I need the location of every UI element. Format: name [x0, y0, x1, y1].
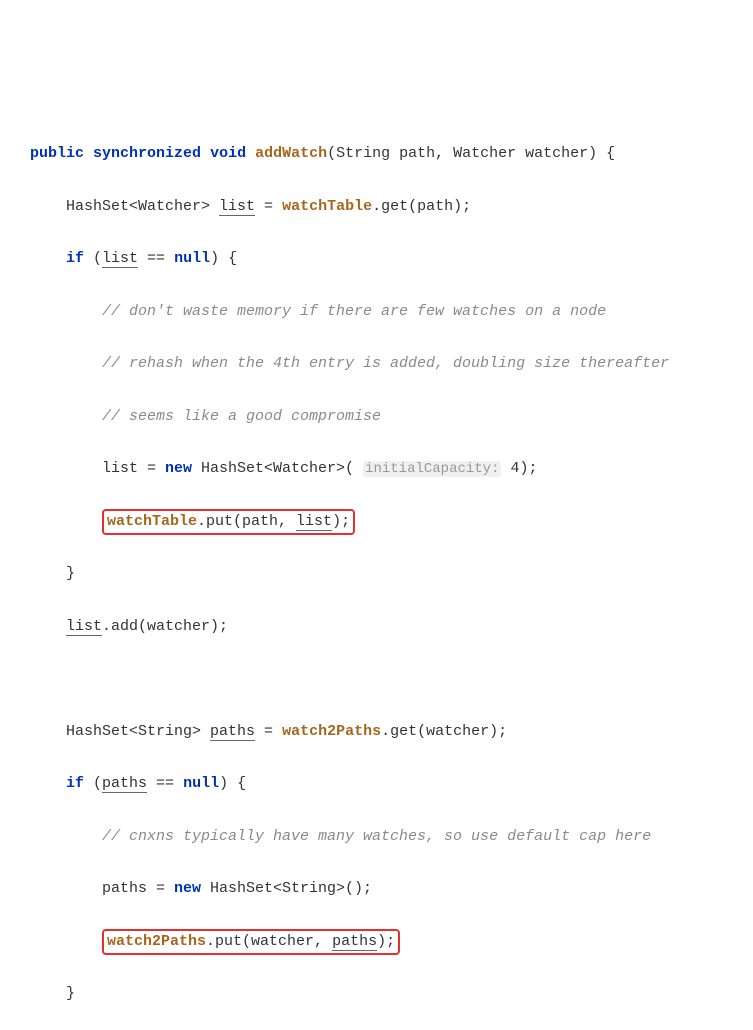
code-line: list.add(watcher); [30, 614, 723, 640]
call-put: .put(watcher, [206, 933, 332, 950]
code-line: public synchronized void addWatch(String… [30, 141, 723, 167]
paren-open: ( [84, 250, 102, 267]
code-line-boxed: watch2Paths.put(watcher, paths); [30, 929, 723, 955]
keyword-public: public [30, 145, 84, 162]
assign: list = [102, 460, 165, 477]
field-watchtable: watchTable [282, 198, 372, 215]
signature: (String path, Watcher watcher) { [327, 145, 615, 162]
code-line: if (paths == null) { [30, 771, 723, 797]
stmt-end: ); [377, 933, 395, 950]
var-paths: paths [210, 723, 255, 741]
comment-line: // don't waste memory if there are few w… [30, 299, 723, 325]
param-hint: initialCapacity: [363, 461, 501, 477]
code-line: HashSet<Watcher> list = watchTable.get(p… [30, 194, 723, 220]
blank-line [30, 666, 723, 692]
equals: = [255, 198, 282, 215]
call-add: .add(watcher); [102, 618, 228, 635]
keyword-null: null [183, 775, 219, 792]
ctor: HashSet<String>(); [201, 880, 372, 897]
call-put: .put(path, [197, 513, 296, 530]
code-line: paths = new HashSet<String>(); [30, 876, 723, 902]
var-list: list [102, 250, 138, 268]
code-line: } [30, 981, 723, 1007]
paren-open: ( [84, 775, 102, 792]
field-watch2paths: watch2Paths [282, 723, 381, 740]
code-block: public synchronized void addWatch(String… [30, 115, 723, 1030]
equals: = [255, 723, 282, 740]
keyword-new: new [174, 880, 201, 897]
field-watchtable: watchTable [107, 513, 197, 530]
type: HashSet<String> [66, 723, 210, 740]
code-line: } [30, 561, 723, 587]
var-list: list [296, 513, 332, 531]
type: HashSet<Watcher> [66, 198, 219, 215]
assign: paths = [102, 880, 174, 897]
keyword-if: if [66, 775, 84, 792]
keyword-new: new [165, 460, 192, 477]
method-name: addWatch [255, 145, 327, 162]
field-watch2paths: watch2Paths [107, 933, 206, 950]
keyword-if: if [66, 250, 84, 267]
var-paths: paths [102, 775, 147, 793]
highlight-box: watch2Paths.put(watcher, paths); [102, 929, 400, 955]
brace-open: ) { [210, 250, 237, 267]
var-paths: paths [332, 933, 377, 951]
op-eq: == [147, 775, 183, 792]
keyword-synchronized: synchronized [93, 145, 201, 162]
call-get: .get(path); [372, 198, 471, 215]
code-line: if (list == null) { [30, 246, 723, 272]
comment-line: // rehash when the 4th entry is added, d… [30, 351, 723, 377]
keyword-void: void [210, 145, 246, 162]
code-line: list = new HashSet<Watcher>( initialCapa… [30, 456, 723, 482]
code-line: HashSet<String> paths = watch2Paths.get(… [30, 719, 723, 745]
ctor: HashSet<Watcher>( [192, 460, 363, 477]
highlight-box: watchTable.put(path, list); [102, 509, 355, 535]
brace-open: ) { [219, 775, 246, 792]
code-line-boxed: watchTable.put(path, list); [30, 509, 723, 535]
call-get: .get(watcher); [381, 723, 507, 740]
var-list: list [219, 198, 255, 216]
ctor-args: 4); [501, 460, 537, 477]
comment-line: // seems like a good compromise [30, 404, 723, 430]
var-list: list [66, 618, 102, 636]
comment-line: // cnxns typically have many watches, so… [30, 824, 723, 850]
stmt-end: ); [332, 513, 350, 530]
op-eq: == [138, 250, 174, 267]
keyword-null: null [174, 250, 210, 267]
